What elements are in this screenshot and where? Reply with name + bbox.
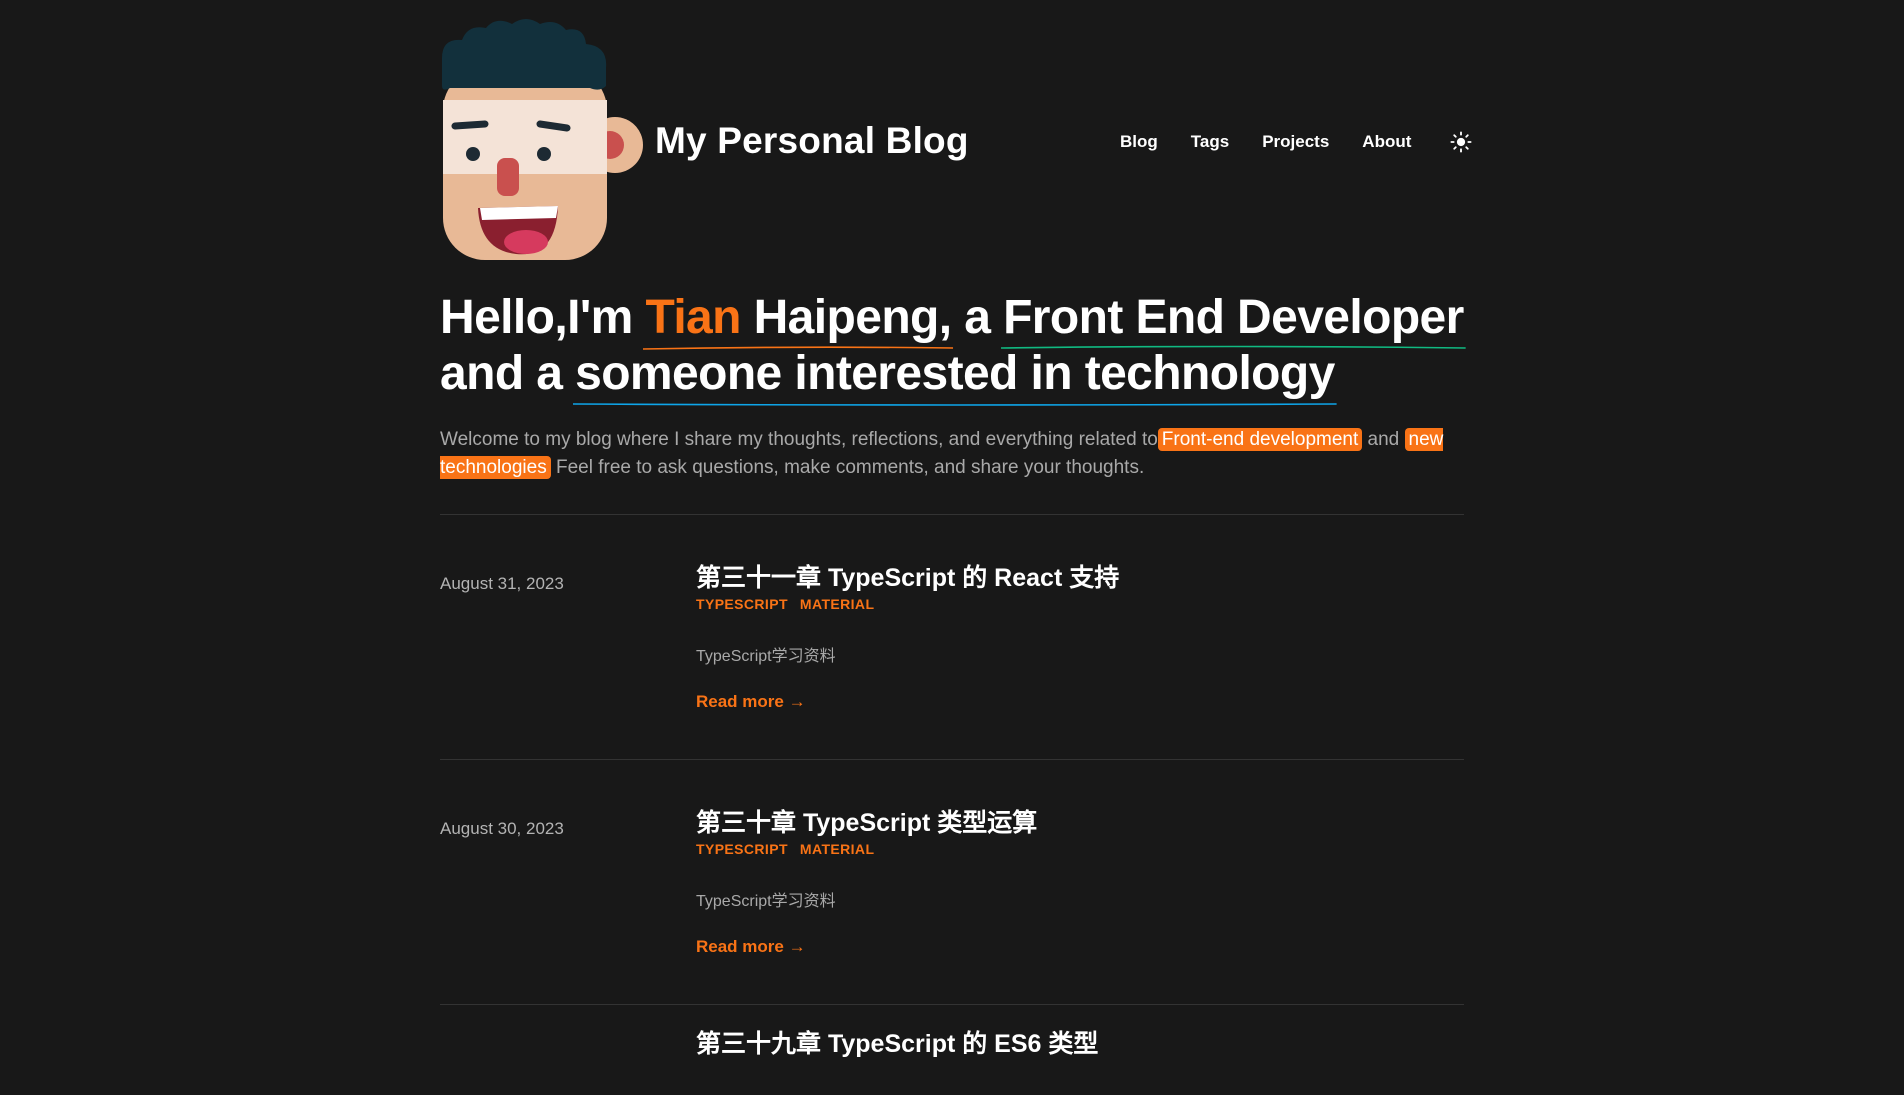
post-summary: TypeScript学习资料	[696, 893, 836, 910]
hero-name-rest: Haipeng,	[740, 291, 952, 344]
post-summary: TypeScript学习资料	[696, 648, 836, 665]
post-body: 第三十章 TypeScript 类型运算 TYPESCRIPT MATERIAL…	[696, 806, 1037, 957]
tag-link[interactable]: TYPESCRIPT	[696, 841, 788, 857]
nav-about[interactable]: About	[1362, 132, 1411, 152]
page-container: My Personal Blog Blog Tags Projects Abou…	[440, 0, 1472, 1095]
hero-connector: a	[951, 291, 1004, 344]
post-item: August 30, 2023 第三十章 TypeScript 类型运算 TYP…	[440, 760, 1464, 1005]
tag-link[interactable]: MATERIAL	[800, 841, 875, 857]
sun-icon[interactable]	[1450, 131, 1472, 153]
post-tags: TYPESCRIPT MATERIAL	[696, 841, 1037, 857]
hero: Hello,I'm Tian Haipeng, a Front End Deve…	[440, 290, 1464, 515]
post-date: August 31, 2023	[440, 574, 564, 593]
nav-tags[interactable]: Tags	[1191, 132, 1229, 152]
hero-and: and a	[440, 347, 576, 400]
post-tags: TYPESCRIPT MATERIAL	[696, 596, 1119, 612]
post-list: August 31, 2023 第三十一章 TypeScript 的 React…	[440, 515, 1464, 1095]
highlight-frontend: Front-end development	[1157, 428, 1363, 451]
hero-line-2: and a someone interested in technology	[440, 346, 1464, 402]
site-title: My Personal Blog	[655, 120, 969, 162]
avatar	[442, 19, 643, 260]
hero-name-first: Tian	[645, 291, 741, 344]
read-more-link[interactable]: Read more →	[696, 937, 806, 957]
post-body: 第三十一章 TypeScript 的 React 支持 TYPESCRIPT M…	[696, 561, 1119, 712]
post-item: August 31, 2023 第三十一章 TypeScript 的 React…	[440, 515, 1464, 760]
hero-name: Tian Haipeng,	[645, 290, 951, 346]
post-title[interactable]: 第三十九章 TypeScript 的 ES6 类型	[696, 1027, 1098, 1061]
hero-interest-text: someone interested in technology	[575, 347, 1335, 400]
post-item: 第三十九章 TypeScript 的 ES6 类型	[440, 1005, 1464, 1095]
main-nav: Blog Tags Projects About	[1120, 131, 1472, 153]
hero-description: Welcome to my blog where I share my thou…	[440, 426, 1464, 482]
interest-underline	[573, 399, 1337, 409]
hero-role: Front End Developer	[1003, 290, 1464, 346]
desc-part-1: Welcome to my blog where I share my thou…	[440, 429, 1158, 450]
hero-heading: Hello,I'm Tian Haipeng, a Front End Deve…	[440, 290, 1464, 402]
tag-link[interactable]: MATERIAL	[800, 596, 875, 612]
desc-part-2: and	[1362, 429, 1405, 450]
hero-role-text: Front End Developer	[1003, 291, 1464, 344]
desc-part-3: Feel free to ask questions, make comment…	[550, 457, 1145, 478]
post-title[interactable]: 第三十章 TypeScript 类型运算	[696, 806, 1037, 840]
tag-link[interactable]: TYPESCRIPT	[696, 596, 788, 612]
post-date: August 30, 2023	[440, 819, 564, 838]
nav-blog[interactable]: Blog	[1120, 132, 1158, 152]
hero-greeting: Hello,I'm	[440, 291, 646, 344]
post-body: 第三十九章 TypeScript 的 ES6 类型	[696, 1027, 1098, 1061]
nav-projects[interactable]: Projects	[1262, 132, 1329, 152]
site-title-link[interactable]: My Personal Blog	[655, 120, 969, 161]
post-title[interactable]: 第三十一章 TypeScript 的 React 支持	[696, 561, 1119, 595]
hero-interest: someone interested in technology	[575, 346, 1335, 402]
site-header: My Personal Blog Blog Tags Projects Abou…	[440, 0, 1472, 290]
hero-line-1: Hello,I'm Tian Haipeng, a Front End Deve…	[440, 290, 1464, 346]
read-more-link[interactable]: Read more →	[696, 692, 806, 712]
